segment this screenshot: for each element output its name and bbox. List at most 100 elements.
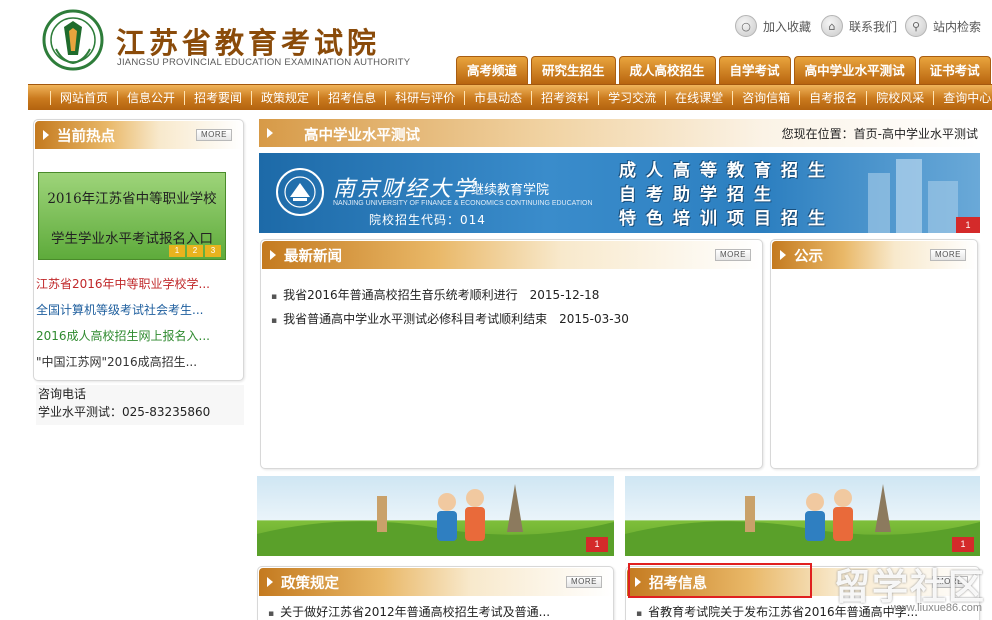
tab-self-study[interactable]: 自学考试 bbox=[718, 56, 791, 84]
contact-us-label: 联系我们 bbox=[849, 19, 898, 34]
triangle-icon bbox=[780, 250, 786, 260]
hot-banner-pager: 1 2 3 bbox=[169, 245, 221, 257]
students-illustration bbox=[257, 484, 614, 556]
contact-info: 咨询电话 学业水平测试：025-83235860 bbox=[36, 385, 244, 425]
channel-tabs: 高考频道 研究生招生 成人高校招生 自学考试 高中学业水平测试 证书考试 bbox=[456, 56, 991, 84]
site-header: 江苏省教育考试院 JIANGSU PROVINCIAL EDUCATION EX… bbox=[0, 0, 992, 84]
ad-school-en: NANJING UNIVERSITY OF FINANCE & ECONOMIC… bbox=[333, 200, 593, 207]
watermark-url: www.liuxue86.com bbox=[890, 602, 982, 614]
hot-banner-line2: 学生学业水平考试报名入口 bbox=[51, 231, 213, 247]
nav-policy[interactable]: 政策规定 bbox=[251, 90, 318, 105]
nav-exchange[interactable]: 学习交流 bbox=[598, 90, 665, 105]
notice-header: 公示 MORE bbox=[772, 241, 976, 269]
site-search-label: 站内检索 bbox=[933, 19, 982, 34]
nav-exam-info[interactable]: 招考信息 bbox=[318, 90, 385, 105]
hot-more-button[interactable]: MORE bbox=[196, 129, 232, 141]
bookmark-icon: ○ bbox=[735, 15, 757, 37]
triangle-icon bbox=[43, 130, 49, 140]
nav-self-register[interactable]: 自考报名 bbox=[799, 90, 866, 105]
page-title: 高中学业水平测试 bbox=[304, 128, 420, 144]
students-banner-right[interactable]: 1 bbox=[625, 476, 980, 556]
policy-more-button[interactable]: MORE bbox=[566, 576, 602, 588]
nav-query[interactable]: 查询中心 bbox=[933, 90, 992, 105]
banner-right-page-indicator[interactable]: 1 bbox=[952, 537, 974, 552]
policy-panel: 政策规定 MORE 关于做好江苏省2012年普通高校招生考试及普通... bbox=[257, 566, 614, 620]
home-icon: ⌂ bbox=[821, 15, 843, 37]
nav-city-news[interactable]: 市县动态 bbox=[464, 90, 531, 105]
hot-item-4[interactable]: "中国江苏网"2016成高招生... bbox=[36, 353, 232, 379]
nav-info-public[interactable]: 信息公开 bbox=[117, 90, 184, 105]
tab-certificate[interactable]: 证书考试 bbox=[918, 56, 991, 84]
policy-list: 关于做好江苏省2012年普通高校招生考试及普通... bbox=[268, 603, 550, 620]
breadcrumb: 您现在位置：首页-高中学业水平测试 bbox=[781, 127, 978, 141]
news-item-1[interactable]: 我省2016年普通高校招生音乐统考顺利进行 2015-12-18 bbox=[271, 286, 629, 310]
nav-colleges[interactable]: 院校风采 bbox=[866, 90, 933, 105]
nav-materials[interactable]: 招考资料 bbox=[531, 90, 598, 105]
tab-graduate[interactable]: 研究生招生 bbox=[531, 56, 616, 84]
triangle-icon bbox=[267, 577, 273, 587]
latest-news-panel: 最新新闻 MORE 我省2016年普通高校招生音乐统考顺利进行 2015-12-1… bbox=[260, 239, 763, 469]
students-illustration bbox=[625, 484, 980, 556]
tab-adult[interactable]: 成人高校招生 bbox=[618, 56, 716, 84]
ad-slogan-2: 自考助学招生 bbox=[619, 185, 781, 205]
news-item-2[interactable]: 我省普通高中学业水平测试必修科目考试顺利结束 2015-03-30 bbox=[271, 310, 629, 334]
contact-us-link[interactable]: ⌂ 联系我们 bbox=[821, 15, 897, 37]
latest-news-header: 最新新闻 MORE bbox=[262, 241, 761, 269]
site-subtitle-en: JIANGSU PROVINCIAL EDUCATION EXAMINATION… bbox=[117, 57, 411, 68]
main-nav: 网站首页 信息公开 招考要闻 政策规定 招考信息 科研与评价 市县动态 招考资料… bbox=[28, 84, 992, 110]
hot-banner-page-1[interactable]: 1 bbox=[169, 245, 185, 257]
hot-topics-panel: 当前热点 MORE 2016年江苏省中等职业学校 学生学业水平考试报名入口 1 … bbox=[33, 119, 244, 381]
news-more-button[interactable]: MORE bbox=[715, 249, 751, 261]
contact-title: 咨询电话 bbox=[38, 387, 87, 401]
building-image bbox=[868, 159, 958, 233]
banner-left-page-indicator[interactable]: 1 bbox=[586, 537, 608, 552]
site-title[interactable]: 江苏省教育考试院 bbox=[116, 20, 380, 62]
ad-slogan-1: 成人高等教育招生 bbox=[619, 161, 835, 181]
news-item-date: 2015-03-30 bbox=[559, 312, 629, 326]
notice-more-button[interactable]: MORE bbox=[930, 249, 966, 261]
policy-item-1[interactable]: 关于做好江苏省2012年普通高校招生考试及普通... bbox=[268, 603, 550, 620]
notice-panel: 公示 MORE bbox=[770, 239, 978, 469]
ad-banner[interactable]: 南京财经大学 继续教育学院 NANJING UNIVERSITY OF FINA… bbox=[259, 153, 980, 233]
hot-banner-page-2[interactable]: 2 bbox=[187, 245, 203, 257]
highlight-box bbox=[628, 563, 812, 598]
logo-seal-icon[interactable] bbox=[42, 9, 104, 71]
tab-academic-test[interactable]: 高中学业水平测试 bbox=[793, 56, 916, 84]
nav-research[interactable]: 科研与评价 bbox=[385, 90, 464, 105]
university-emblem-icon bbox=[276, 168, 324, 216]
latest-news-title: 最新新闻 bbox=[284, 249, 342, 265]
hot-topics-title: 当前热点 bbox=[57, 129, 115, 145]
add-bookmark-link[interactable]: ○ 加入收藏 bbox=[735, 15, 811, 37]
news-item-title: 我省2016年普通高校招生音乐统考顺利进行 bbox=[283, 288, 518, 302]
page-header: 高中学业水平测试 您现在位置：首页-高中学业水平测试 bbox=[259, 119, 980, 147]
hot-item-1[interactable]: 江苏省2016年中等职业学校学... bbox=[36, 275, 232, 301]
watermark: 留学社区 www.liuxue86.com bbox=[808, 558, 986, 620]
hot-banner-page-3[interactable]: 3 bbox=[205, 245, 221, 257]
notice-title: 公示 bbox=[794, 249, 823, 265]
policy-header: 政策规定 MORE bbox=[259, 568, 612, 596]
news-list: 我省2016年普通高校招生音乐统考顺利进行 2015-12-18 我省普通高中学业… bbox=[271, 286, 629, 334]
triangle-icon bbox=[270, 250, 276, 260]
hot-topics-header: 当前热点 MORE bbox=[35, 121, 242, 149]
contact-line: 学业水平测试：025-83235860 bbox=[38, 405, 211, 419]
nav-home[interactable]: 网站首页 bbox=[50, 90, 117, 105]
hot-item-2[interactable]: 全国计算机等级考试社会考生... bbox=[36, 301, 232, 327]
policy-title: 政策规定 bbox=[281, 576, 339, 592]
nav-online-class[interactable]: 在线课堂 bbox=[665, 90, 732, 105]
nav-mailbox[interactable]: 咨询信箱 bbox=[732, 90, 799, 105]
nav-news[interactable]: 招考要闻 bbox=[184, 90, 251, 105]
tab-gaokao[interactable]: 高考频道 bbox=[456, 56, 529, 84]
hot-banner[interactable]: 2016年江苏省中等职业学校 学生学业水平考试报名入口 1 2 3 bbox=[38, 172, 226, 260]
students-banner-left[interactable]: 1 bbox=[257, 476, 614, 556]
hot-banner-line1: 2016年江苏省中等职业学校 bbox=[47, 191, 217, 207]
site-search-link[interactable]: ⚲ 站内检索 bbox=[905, 15, 981, 37]
ad-page-indicator[interactable]: 1 bbox=[956, 217, 980, 233]
search-icon: ⚲ bbox=[905, 15, 927, 37]
triangle-icon bbox=[267, 128, 273, 138]
add-bookmark-label: 加入收藏 bbox=[763, 19, 812, 34]
ad-slogan-3: 特色培训项目招生 bbox=[619, 209, 835, 229]
news-item-date: 2015-12-18 bbox=[529, 288, 600, 302]
ad-school-name: 南京财经大学 bbox=[333, 177, 478, 202]
hot-list: 江苏省2016年中等职业学校学... 全国计算机等级考试社会考生... 2016… bbox=[36, 275, 232, 379]
hot-item-3[interactable]: 2016成人高校招生网上报名入... bbox=[36, 327, 232, 353]
